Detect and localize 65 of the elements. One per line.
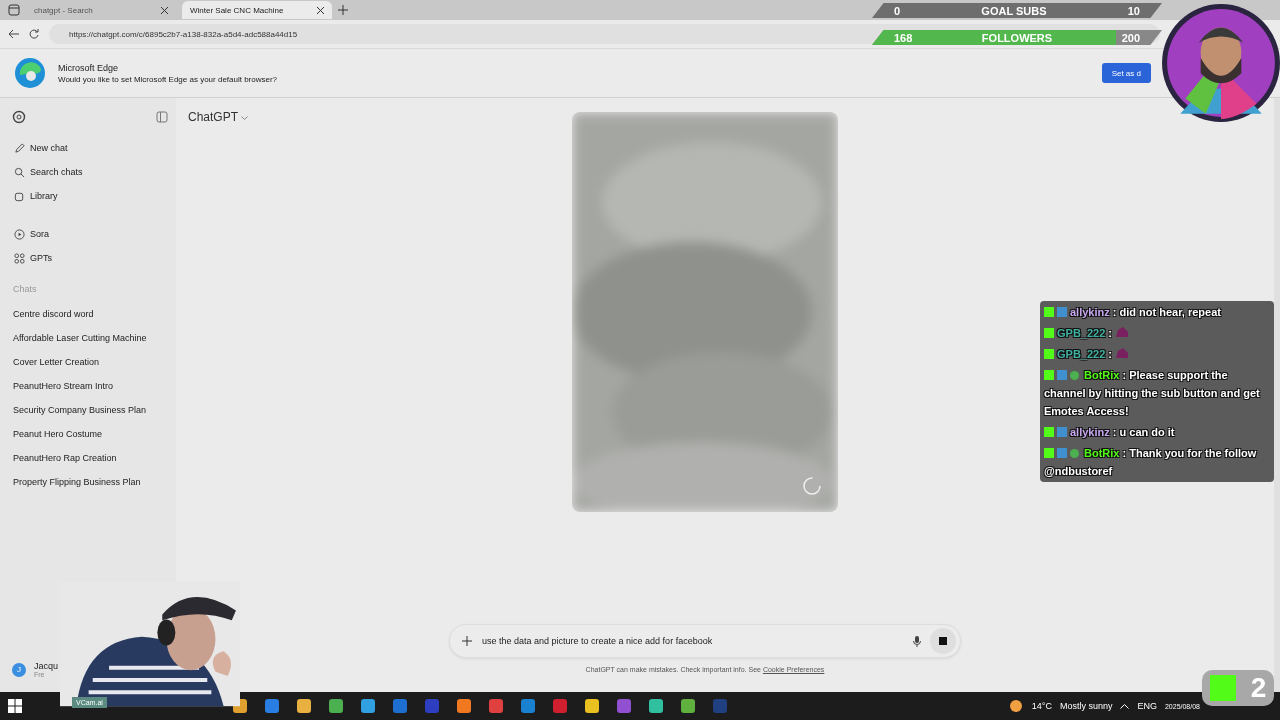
section-heading: Chats [13, 284, 38, 294]
sidebar-item[interactable]: New chat [12, 136, 168, 160]
taskbar-app-icon[interactable] [456, 698, 472, 714]
language-indicator[interactable]: ENG [1137, 701, 1157, 711]
taskbar-app-icon[interactable] [648, 698, 664, 714]
square-icon [14, 190, 25, 202]
viewer-count-widget: 2 [1202, 670, 1274, 706]
sidebar-item[interactable]: Sora [12, 222, 168, 246]
temperature: 14°C [1031, 701, 1052, 711]
chat-message: GPB_222 : [1044, 324, 1270, 342]
browser-tab[interactable]: Winter Sale CNC Machine [182, 1, 332, 19]
emote-icon [1115, 326, 1130, 338]
taskbar-app-icon[interactable] [296, 698, 312, 714]
chat-history-item[interactable]: PeanutHero Stream Intro [12, 374, 168, 398]
chat-message: BotRix : Thank you for the follow @ndbustoref [1044, 446, 1258, 479]
new-tab-icon[interactable] [338, 5, 348, 15]
message-input[interactable]: use the data and picture to create a nice add for facebook [449, 624, 961, 658]
sidebar-item[interactable]: Search chats [12, 160, 168, 184]
chat-message: allykinz : u can do it [1044, 423, 1270, 441]
chat-message: GPB_222 : [1044, 345, 1270, 363]
stop-button[interactable] [930, 628, 956, 654]
user-name: Jacqu [34, 661, 59, 671]
banner-message: Would you like to set Microsoft Edge as your default browser? [58, 74, 279, 84]
chat-history-item[interactable]: Cover Letter Creation [12, 350, 168, 374]
taskbar-app-icon[interactable] [328, 698, 344, 714]
play-icon [14, 228, 25, 240]
chevron-up-icon[interactable] [1120, 703, 1130, 709]
back-icon[interactable] [8, 29, 19, 39]
chat-message: BotRix : Please support the channel by hitting the sub button and get Emotes Access! [1044, 368, 1261, 419]
microphone-icon[interactable] [912, 634, 922, 648]
taskbar-app-icon[interactable] [680, 698, 696, 714]
plus-icon[interactable] [462, 636, 472, 646]
set-default-button[interactable]: Set as d [1101, 63, 1151, 83]
sidebar-item[interactable]: Library [12, 184, 168, 208]
weather-icon[interactable] [1007, 698, 1024, 714]
taskbar-app-icon[interactable] [360, 698, 376, 714]
grid-icon [14, 252, 25, 264]
model-selector[interactable]: ChatGPT [188, 110, 249, 124]
browser-logo-icon [14, 57, 46, 89]
chat-history-item[interactable]: Property Flipping Business Plan [12, 470, 168, 494]
message-text[interactable]: use the data and picture to create a nice add for facebook [480, 635, 904, 647]
sidebar-item[interactable]: GPTs [12, 246, 168, 270]
banner-title: Microsoft Edge [58, 62, 120, 73]
emote-icon [1115, 347, 1130, 359]
chevron-down-icon[interactable] [241, 116, 249, 121]
browser-tab[interactable]: chatgpt - Search [26, 1, 176, 19]
chat-history-item[interactable]: Security Company Business Plan [12, 398, 168, 422]
chat-history-item[interactable]: PeanutHero Rap Creation [12, 446, 168, 470]
chat-message: allykinz : did not hear, repeat [1044, 303, 1270, 321]
close-icon[interactable] [161, 6, 168, 14]
goal-bar: 0 GOAL SUBS 10 [872, 3, 1162, 18]
taskbar-app-icon[interactable] [584, 698, 600, 714]
pencil-icon [14, 142, 25, 154]
sidebar-toggle-icon[interactable] [156, 111, 168, 123]
goal-bar: 168 FOLLOWERS 200 [872, 30, 1162, 45]
reload-icon[interactable] [29, 29, 39, 39]
weather-condition: Mostly sunny [1059, 701, 1113, 711]
logo-icon[interactable] [12, 110, 26, 124]
close-icon[interactable] [317, 6, 324, 14]
chat-history-item[interactable]: Peanut Hero Costume [12, 422, 168, 446]
tab-actions-icon[interactable] [8, 4, 20, 16]
start-icon[interactable] [8, 699, 22, 713]
chat-history-item[interactable]: Affordable Laser Cutting Machine [12, 326, 168, 350]
chat-history-item[interactable]: Centre discord word [12, 302, 168, 326]
search-icon [14, 166, 25, 178]
